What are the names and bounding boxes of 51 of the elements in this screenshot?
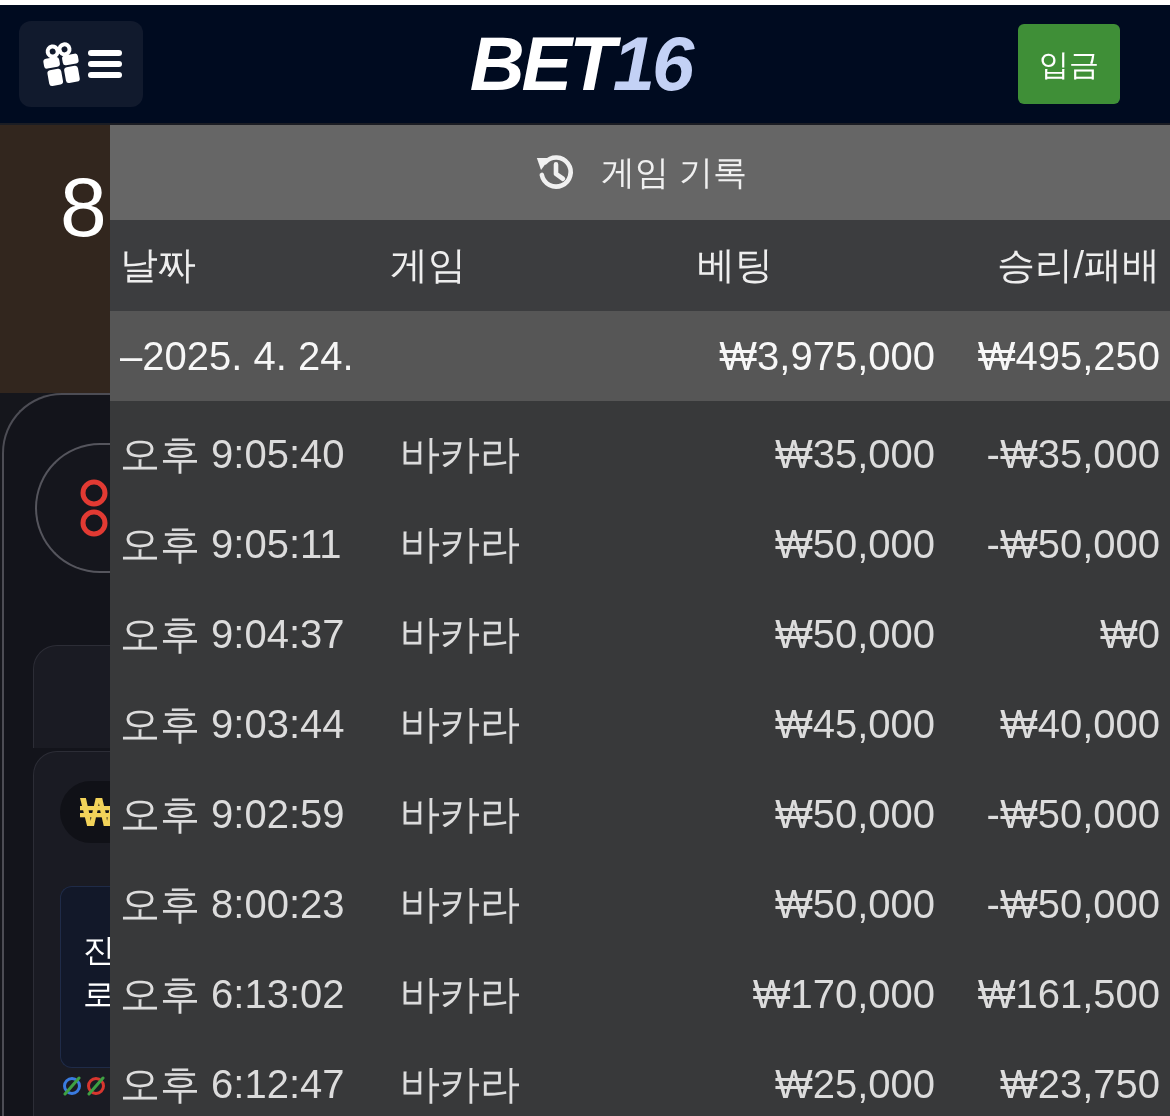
table-cell-text: ₩161,500 xyxy=(976,971,1160,1018)
table-cell-text: 오후 9:05:40 xyxy=(120,431,346,478)
column-header: 날짜 xyxy=(120,242,197,288)
table-cell-text: 바카라 xyxy=(399,701,521,748)
table-cell-text: ₩50,000 xyxy=(773,881,935,928)
table-cell-text: ₩40,000 xyxy=(998,701,1160,748)
table-cell-text: 오후 9:02:59 xyxy=(120,791,346,838)
table-cell-text: 오후 8:00:23 xyxy=(120,881,346,928)
table-cell-text: ₩23,750 xyxy=(998,1061,1160,1108)
table-cell-text: -₩50,000 xyxy=(985,521,1160,568)
slashed-circle-icon xyxy=(62,1076,82,1096)
table-cell-text: 오후 6:13:02 xyxy=(120,971,346,1018)
table-cell-text: -₩50,000 xyxy=(985,881,1160,928)
table-cell-text: ₩50,000 xyxy=(773,791,935,838)
column-header: 게임 xyxy=(390,242,467,288)
deposit-button[interactable]: 입금 xyxy=(1018,24,1120,104)
table-cell-text: 바카라 xyxy=(399,431,521,478)
table-cell-text: 오후 6:12:47 xyxy=(120,1061,346,1108)
table-cell-text: 바카라 xyxy=(399,1061,521,1108)
table-cell-text: 바카라 xyxy=(399,791,521,838)
table-cell-text: 바카라 xyxy=(399,611,521,658)
slashed-circle-icon xyxy=(86,1076,106,1096)
table-cell-text: -₩35,000 xyxy=(985,431,1160,478)
table-cell-text: 오후 9:04:37 xyxy=(120,611,346,658)
table-cell-text: ₩495,250 xyxy=(976,333,1160,380)
table-cell-text: 오후 9:03:44 xyxy=(120,701,346,748)
panel-title: 게임 기록 xyxy=(601,152,747,193)
table-cell-text: ₩0 xyxy=(1099,611,1160,658)
table-cell-text: -₩50,000 xyxy=(985,791,1160,838)
double-ring-icon xyxy=(80,479,108,537)
table-cell-text: 바카라 xyxy=(399,971,521,1018)
table-cell-text: ₩35,000 xyxy=(773,431,935,478)
date-group-label: –2025. 4. 24. xyxy=(120,333,355,380)
column-header: 승리/패배 xyxy=(996,242,1160,288)
table-cell-text: ₩25,000 xyxy=(773,1061,935,1108)
table-cell-text: ₩3,975,000 xyxy=(718,333,935,380)
large-number-text: 8 xyxy=(60,165,107,249)
notice-text: 로 xyxy=(83,975,110,1014)
menu-icon xyxy=(88,50,122,78)
table-cell-text: ₩50,000 xyxy=(773,521,935,568)
date-group-row[interactable]: –2025. 4. 24. ₩3,975,000 ₩495,250 xyxy=(110,311,1170,401)
table-cell-text: ₩170,000 xyxy=(751,971,935,1018)
logo[interactable]: BET16 xyxy=(469,26,692,102)
table-cell-text: ₩45,000 xyxy=(773,701,935,748)
table-cell-text: 바카라 xyxy=(399,521,521,568)
table-cell-text: 바카라 xyxy=(399,881,521,928)
notice-text: 진 xyxy=(83,931,110,970)
column-header: 베팅 xyxy=(696,242,774,288)
table-cell-text: 오후 9:05:11 xyxy=(120,521,343,568)
menu-button[interactable] xyxy=(19,21,143,107)
table-cell-text: ₩50,000 xyxy=(773,611,935,658)
